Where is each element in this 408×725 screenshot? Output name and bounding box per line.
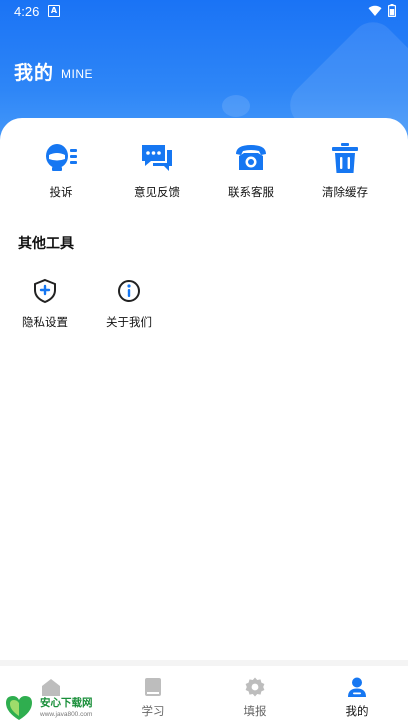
watermark-name: 安心下载网 bbox=[40, 697, 93, 709]
complaint-button[interactable]: 投诉 bbox=[16, 140, 106, 200]
content-card: 投诉 意见反馈 联系客服 清除缓存 其他工具 隐私设置 关于我们 bbox=[0, 118, 408, 660]
complaint-icon bbox=[46, 144, 77, 171]
trash-icon bbox=[332, 143, 358, 173]
battery-icon bbox=[388, 4, 396, 17]
watermark-logo-icon bbox=[6, 696, 32, 720]
clear-cache-button[interactable]: 清除缓存 bbox=[300, 140, 390, 200]
tab-mine-label: 我的 bbox=[345, 704, 369, 718]
privacy-settings-label: 隐私设置 bbox=[22, 315, 68, 329]
tab-report-label: 填报 bbox=[243, 704, 267, 718]
page-title: 我的 bbox=[14, 62, 55, 84]
feedback-chat-icon bbox=[142, 145, 172, 171]
wifi-icon bbox=[368, 5, 382, 16]
feedback-label: 意见反馈 bbox=[134, 185, 180, 199]
watermark-url: www.java800.com bbox=[40, 711, 93, 718]
contact-service-button[interactable]: 联系客服 bbox=[206, 140, 296, 200]
contact-service-label: 联系客服 bbox=[228, 185, 274, 199]
clear-cache-label: 清除缓存 bbox=[322, 185, 368, 199]
page-subtitle: MINE bbox=[61, 67, 93, 81]
status-indicators bbox=[368, 4, 396, 17]
tab-report[interactable]: 填报 bbox=[204, 676, 306, 719]
notification-icon: A bbox=[48, 5, 60, 17]
other-tools-title: 其他工具 bbox=[18, 236, 74, 252]
status-time: 4:26 bbox=[14, 4, 40, 19]
book-icon bbox=[145, 678, 161, 696]
about-us-label: 关于我们 bbox=[106, 315, 152, 329]
telephone-icon bbox=[236, 145, 266, 170]
site-watermark: 安心下载网 www.java800.com bbox=[2, 692, 112, 724]
shield-icon bbox=[34, 278, 56, 304]
about-us-button[interactable]: 关于我们 bbox=[94, 278, 164, 330]
gear-icon bbox=[245, 677, 265, 697]
user-icon bbox=[348, 677, 366, 697]
complaint-label: 投诉 bbox=[49, 185, 73, 199]
tab-study[interactable]: 学习 bbox=[102, 676, 204, 719]
feedback-button[interactable]: 意见反馈 bbox=[112, 140, 202, 200]
privacy-settings-button[interactable]: 隐私设置 bbox=[10, 278, 80, 330]
status-bar: 4:26 A bbox=[0, 0, 408, 24]
tab-mine[interactable]: 我的 bbox=[306, 676, 408, 719]
info-icon bbox=[118, 280, 140, 302]
tab-study-label: 学习 bbox=[141, 704, 165, 718]
header-decoration-dot bbox=[222, 95, 250, 117]
